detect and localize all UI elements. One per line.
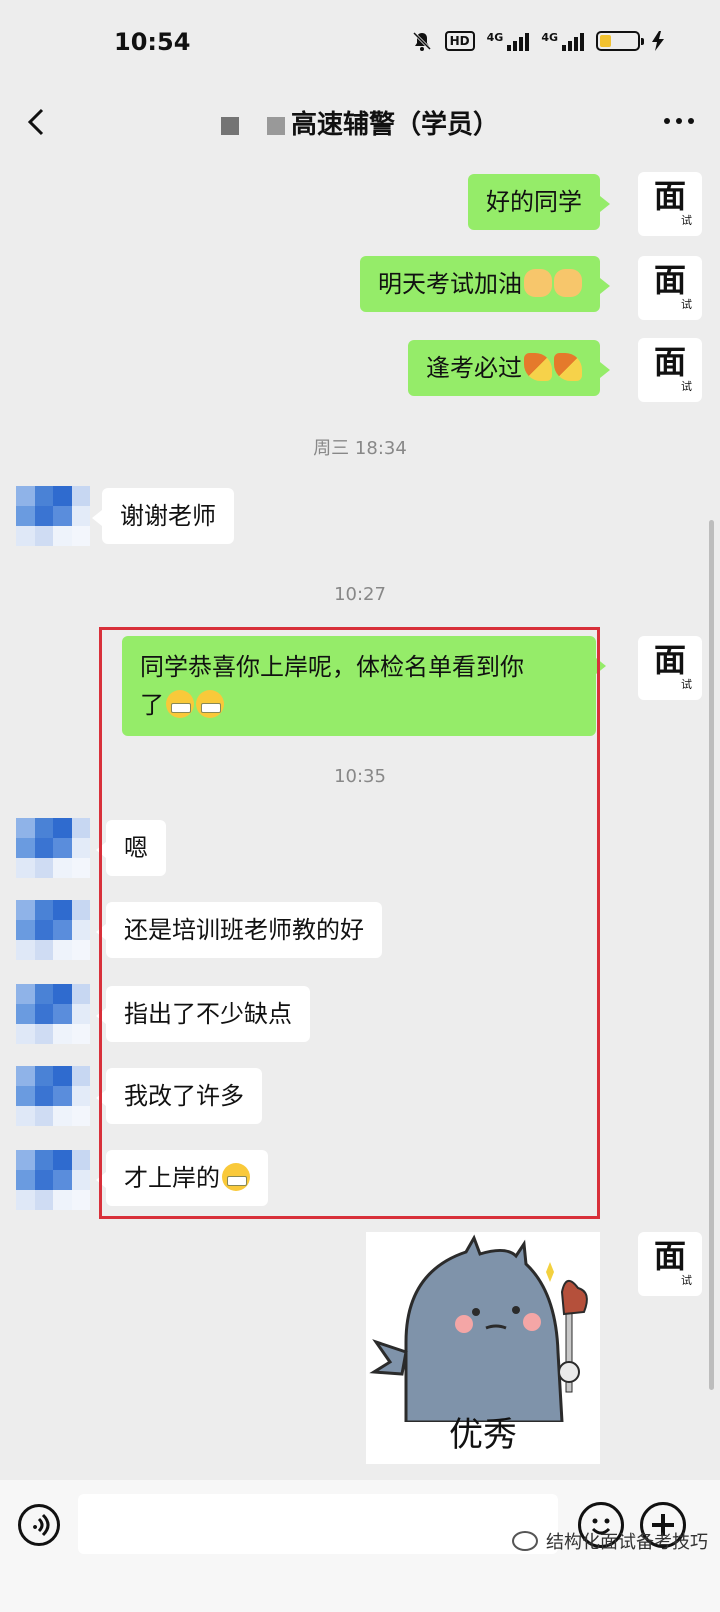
signal-icon-1: 4G xyxy=(487,31,530,51)
highlight-box xyxy=(99,627,600,1219)
fist-emoji-icon xyxy=(554,269,582,297)
message-bubble-received[interactable]: 谢谢老师 xyxy=(92,488,234,544)
student-avatar[interactable] xyxy=(16,486,90,546)
teacher-avatar[interactable]: 面试 xyxy=(638,172,702,236)
battery-icon xyxy=(596,31,644,51)
timestamp: 周三 18:34 xyxy=(313,438,407,459)
status-time: 10:54 xyxy=(114,28,191,56)
chat-header: 高速辅警（学员） xyxy=(0,90,720,160)
charging-icon xyxy=(652,31,664,51)
fist-emoji-icon xyxy=(524,269,552,297)
student-avatar[interactable] xyxy=(16,818,90,878)
voice-input-icon[interactable] xyxy=(18,1504,60,1546)
wechat-logo-icon xyxy=(512,1531,538,1551)
party-popper-emoji-icon xyxy=(524,353,552,381)
teacher-avatar[interactable]: 面试 xyxy=(638,338,702,402)
timestamp: 10:27 xyxy=(334,584,386,605)
party-popper-emoji-icon xyxy=(554,353,582,381)
message-input[interactable] xyxy=(78,1494,558,1554)
teacher-avatar[interactable]: 面试 xyxy=(638,1232,702,1296)
chat-title: 高速辅警（学员） xyxy=(0,104,720,141)
signal-icon-2: 4G xyxy=(541,31,584,51)
more-options-icon[interactable] xyxy=(664,118,694,124)
hd-icon: HD xyxy=(444,31,475,51)
sticker-message[interactable]: 优秀 xyxy=(366,1232,600,1464)
student-avatar[interactable] xyxy=(16,1066,90,1126)
student-avatar[interactable] xyxy=(16,900,90,960)
student-avatar[interactable] xyxy=(16,984,90,1044)
input-bar: 结构化面试备考技巧 xyxy=(0,1480,720,1612)
student-avatar[interactable] xyxy=(16,1150,90,1210)
message-bubble-sent[interactable]: 逢考必过 xyxy=(408,340,610,396)
redacted-mosaic xyxy=(266,116,285,135)
sticker-caption: 优秀 xyxy=(449,1415,517,1455)
status-bar: 10:54 HD 4G 4G xyxy=(0,0,720,90)
message-bubble-sent[interactable]: 明天考试加油 xyxy=(360,256,610,312)
teacher-avatar[interactable]: 面试 xyxy=(638,256,702,320)
teacher-avatar[interactable]: 面试 xyxy=(638,636,702,700)
status-icons: HD 4G 4G xyxy=(411,30,664,52)
redacted-mosaic xyxy=(220,116,239,135)
watermark: 结构化面试备考技巧 xyxy=(512,1528,708,1554)
mute-bell-icon xyxy=(412,31,431,51)
dragon-thumbs-up-icon xyxy=(369,1234,588,1424)
message-bubble-sent[interactable]: 好的同学 xyxy=(468,174,610,230)
scrollbar[interactable] xyxy=(709,520,714,1390)
